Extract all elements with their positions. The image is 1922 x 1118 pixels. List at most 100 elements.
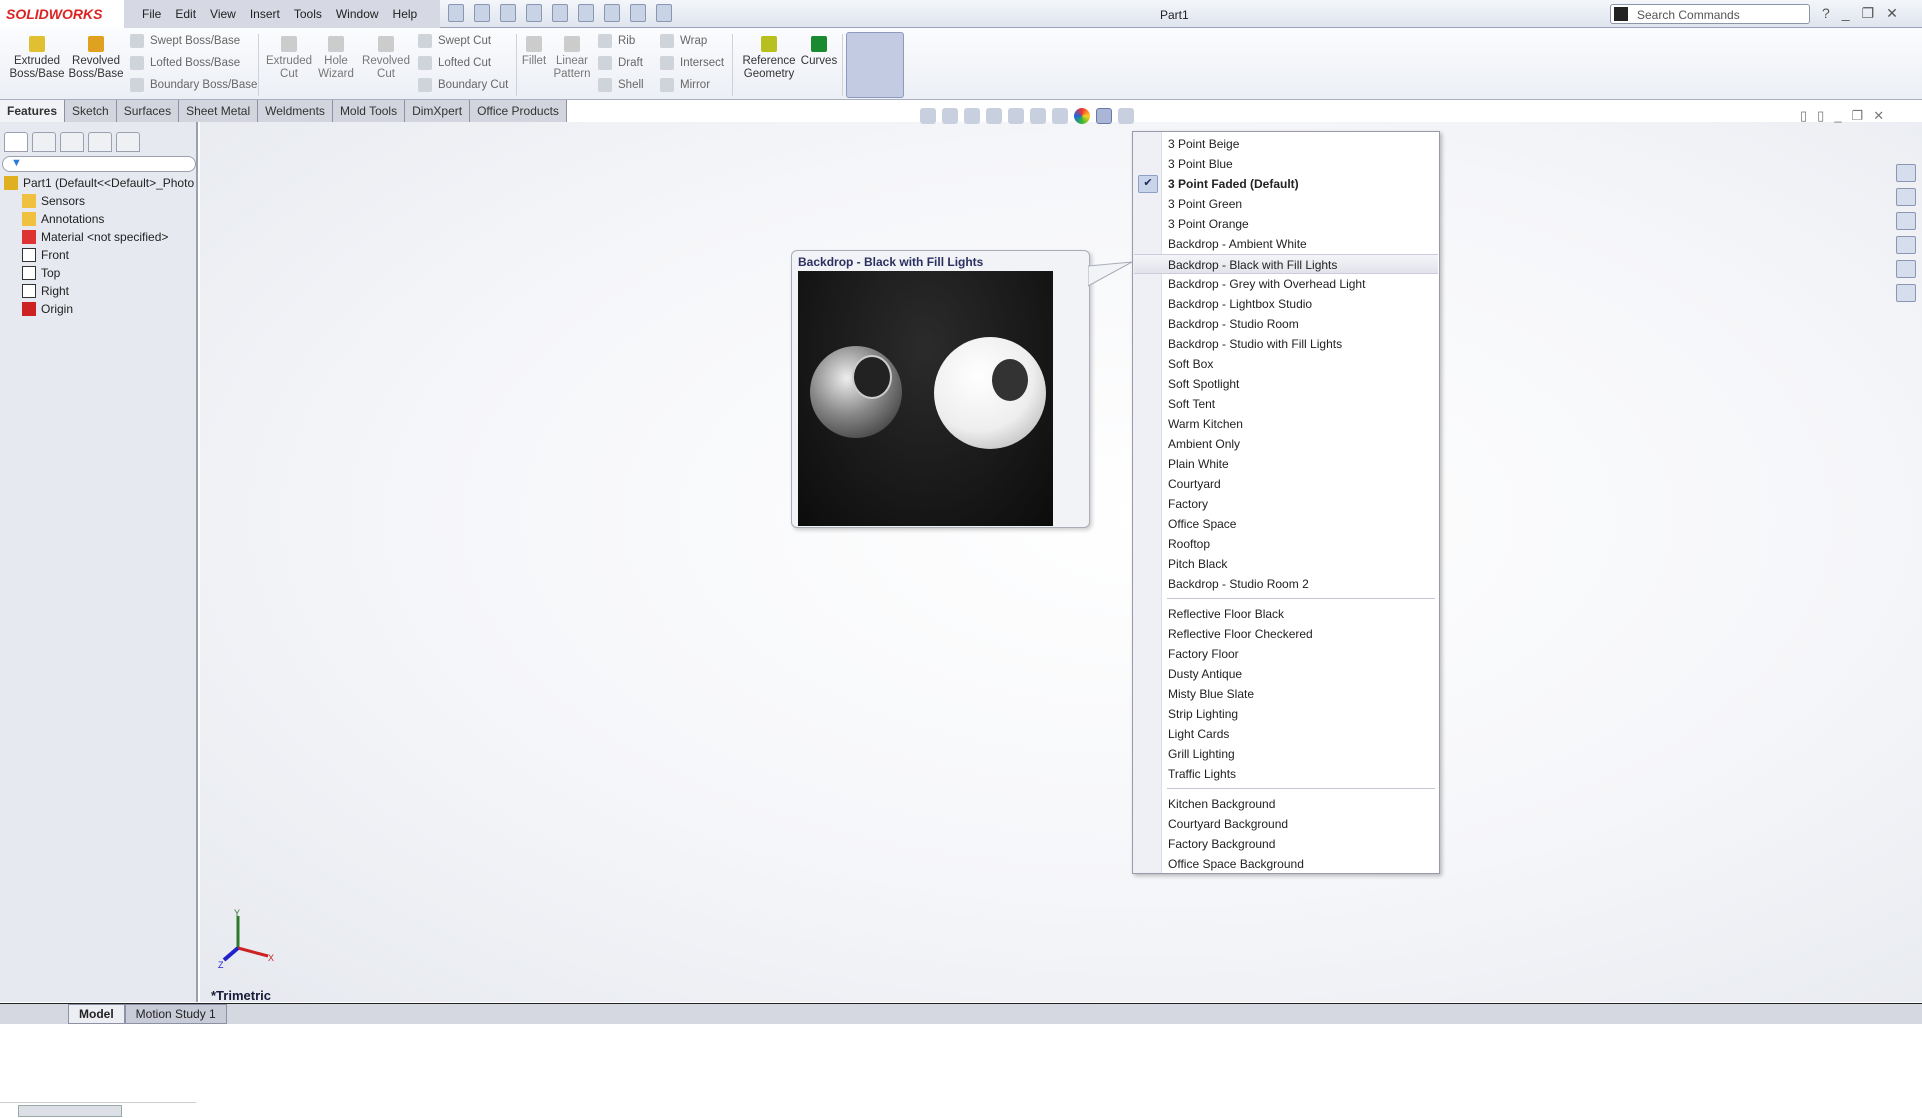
tab-model[interactable]: Model	[68, 1004, 125, 1024]
menu-item-factory[interactable]: Factory	[1162, 494, 1439, 514]
solidworks-resources-icon[interactable]	[1896, 164, 1916, 182]
search-commands-input[interactable]: Search Commands	[1610, 4, 1810, 24]
ribbon-button-hole-wizard[interactable]: Hole Wizard	[312, 28, 360, 81]
menu-item-soft-spotlight[interactable]: Soft Spotlight	[1162, 374, 1439, 394]
ribbon-button-mirror[interactable]: Mirror	[660, 78, 710, 92]
tab-office-products[interactable]: Office Products	[470, 100, 567, 122]
view-palette-icon[interactable]	[1896, 236, 1916, 254]
ribbon-button-fillet[interactable]: Fillet	[518, 28, 550, 68]
menu-item-factory-background[interactable]: Factory Background	[1162, 834, 1439, 854]
tree-item-right[interactable]: Right	[22, 284, 69, 298]
menu-item-soft-tent[interactable]: Soft Tent	[1162, 394, 1439, 414]
menu-item-backdrop-ambient-white[interactable]: Backdrop - Ambient White	[1162, 234, 1439, 254]
menu-item-dusty-antique[interactable]: Dusty Antique	[1162, 664, 1439, 684]
menu-item-office-space-background[interactable]: Office Space Background	[1162, 854, 1439, 874]
scrollbar-thumb[interactable]	[18, 1105, 122, 1117]
horizontal-scrollbar[interactable]	[0, 1102, 196, 1118]
featuremanager-tab-icon[interactable]	[4, 132, 28, 152]
rebuild-icon[interactable]	[604, 4, 620, 22]
menu-item-backdrop-lightbox-studio[interactable]: Backdrop - Lightbox Studio	[1162, 294, 1439, 314]
save-icon[interactable]	[500, 4, 516, 22]
minimize-icon[interactable]: _	[1834, 108, 1841, 124]
edit-appearance-icon[interactable]	[1074, 108, 1090, 124]
apply-scene-icon[interactable]	[1096, 108, 1112, 124]
ribbon-button-boundary-boss-base[interactable]: Boundary Boss/Base	[130, 78, 257, 92]
section-view-icon[interactable]	[986, 108, 1002, 124]
tree-item-top[interactable]: Top	[22, 266, 60, 280]
tab-features[interactable]: Features	[0, 100, 66, 122]
menu-item-backdrop-studio-with-fill-lights[interactable]: Backdrop - Studio with Fill Lights	[1162, 334, 1439, 354]
menu-item-grill-lighting[interactable]: Grill Lighting	[1162, 744, 1439, 764]
ribbon-button-boundary-cut[interactable]: Boundary Cut	[418, 78, 508, 92]
menu-item-strip-lighting[interactable]: Strip Lighting	[1162, 704, 1439, 724]
file-explorer-icon[interactable]	[1896, 212, 1916, 230]
display-style-icon[interactable]	[1030, 108, 1046, 124]
menu-item-reflective-floor-checkered[interactable]: Reflective Floor Checkered	[1162, 624, 1439, 644]
solidworks-logo[interactable]: SOLIDWORKS	[0, 0, 124, 28]
menu-item-courtyard-background[interactable]: Courtyard Background	[1162, 814, 1439, 834]
ribbon-button-curves[interactable]: Curves	[796, 28, 842, 68]
tab-dimxpert[interactable]: DimXpert	[405, 100, 471, 122]
ribbon-button-revolved-cut[interactable]: Revolved Cut	[358, 28, 414, 81]
tab-motion-study-1[interactable]: Motion Study 1	[124, 1004, 227, 1024]
tree-item-annotations[interactable]: Annotations	[22, 212, 104, 226]
tab-mold-tools[interactable]: Mold Tools	[332, 100, 406, 122]
menu-item-3-point-blue[interactable]: 3 Point Blue	[1162, 154, 1439, 174]
menu-item-3-point-orange[interactable]: 3 Point Orange	[1162, 214, 1439, 234]
ribbon-button-shell[interactable]: Shell	[598, 78, 644, 92]
view-orientation-icon[interactable]	[1008, 108, 1024, 124]
menu-view[interactable]: View	[210, 7, 236, 21]
menu-item-3-point-green[interactable]: 3 Point Green	[1162, 194, 1439, 214]
tree-item-front[interactable]: Front	[22, 248, 69, 262]
menu-window[interactable]: Window	[336, 7, 379, 21]
feature-filter-input[interactable]: ▼	[2, 156, 196, 172]
ribbon-button-rib[interactable]: Rib	[598, 34, 635, 48]
propertymanager-tab-icon[interactable]	[32, 132, 56, 152]
tree-item-material[interactable]: Material <not specified>	[22, 230, 168, 244]
file-properties-icon[interactable]	[630, 4, 646, 22]
tree-item-part[interactable]: Part1 (Default<<Default>_Photo	[4, 176, 194, 190]
menu-item-3-point-faded-default-[interactable]: 3 Point Faded (Default)	[1162, 174, 1439, 194]
menu-item-backdrop-studio-room-2[interactable]: Backdrop - Studio Room 2	[1162, 574, 1439, 594]
ribbon-button-extruded-boss-base[interactable]: Extruded Boss/Base	[4, 28, 70, 81]
menu-edit[interactable]: Edit	[175, 7, 196, 21]
ribbon-button-linear-pattern[interactable]: Linear Pattern	[548, 28, 596, 81]
menu-item-ambient-only[interactable]: Ambient Only	[1162, 434, 1439, 454]
menu-item-kitchen-background[interactable]: Kitchen Background	[1162, 794, 1439, 814]
menu-item-reflective-floor-black[interactable]: Reflective Floor Black	[1162, 604, 1439, 624]
menu-item-traffic-lights[interactable]: Traffic Lights	[1162, 764, 1439, 784]
ribbon-button-draft[interactable]: Draft	[598, 56, 643, 70]
tab-surfaces[interactable]: Surfaces	[116, 100, 180, 122]
zoom-to-area-icon[interactable]	[942, 108, 958, 124]
menu-item-warm-kitchen[interactable]: Warm Kitchen	[1162, 414, 1439, 434]
menu-insert[interactable]: Insert	[250, 7, 280, 21]
ribbon-button-lofted-boss-base[interactable]: Lofted Boss/Base	[130, 56, 240, 70]
menu-item-backdrop-studio-room[interactable]: Backdrop - Studio Room	[1162, 314, 1439, 334]
ribbon-button-reference-geometry[interactable]: Reference Geometry	[738, 28, 800, 81]
ribbon-button-swept-boss-base[interactable]: Swept Boss/Base	[130, 34, 240, 48]
menu-item-office-space[interactable]: Office Space	[1162, 514, 1439, 534]
menu-item-3-point-beige[interactable]: 3 Point Beige	[1162, 134, 1439, 154]
restore-icon[interactable]: ❐	[1862, 5, 1875, 22]
menu-item-soft-box[interactable]: Soft Box	[1162, 354, 1439, 374]
hide-show-items-icon[interactable]	[1052, 108, 1068, 124]
help-icon[interactable]: ?	[1822, 5, 1830, 22]
close-icon[interactable]: ✕	[1873, 108, 1884, 124]
ribbon-button-lofted-cut[interactable]: Lofted Cut	[418, 56, 491, 70]
menu-item-backdrop-grey-with-overhead-light[interactable]: Backdrop - Grey with Overhead Light	[1162, 274, 1439, 294]
undo-icon[interactable]	[552, 4, 568, 22]
menu-item-factory-floor[interactable]: Factory Floor	[1162, 644, 1439, 664]
zoom-to-fit-icon[interactable]	[920, 108, 936, 124]
view-settings-icon[interactable]	[1118, 108, 1134, 124]
menu-item-plain-white[interactable]: Plain White	[1162, 454, 1439, 474]
menu-help[interactable]: Help	[393, 7, 418, 21]
tile-left-icon[interactable]: ▯	[1800, 108, 1807, 124]
menu-item-rooftop[interactable]: Rooftop	[1162, 534, 1439, 554]
new-document-icon[interactable]	[448, 4, 464, 22]
options-icon[interactable]	[656, 4, 672, 22]
menu-item-courtyard[interactable]: Courtyard	[1162, 474, 1439, 494]
tree-item-origin[interactable]: Origin	[22, 302, 73, 316]
ribbon-button-swept-cut[interactable]: Swept Cut	[418, 34, 491, 48]
menu-item-pitch-black[interactable]: Pitch Black	[1162, 554, 1439, 574]
previous-view-icon[interactable]	[964, 108, 980, 124]
